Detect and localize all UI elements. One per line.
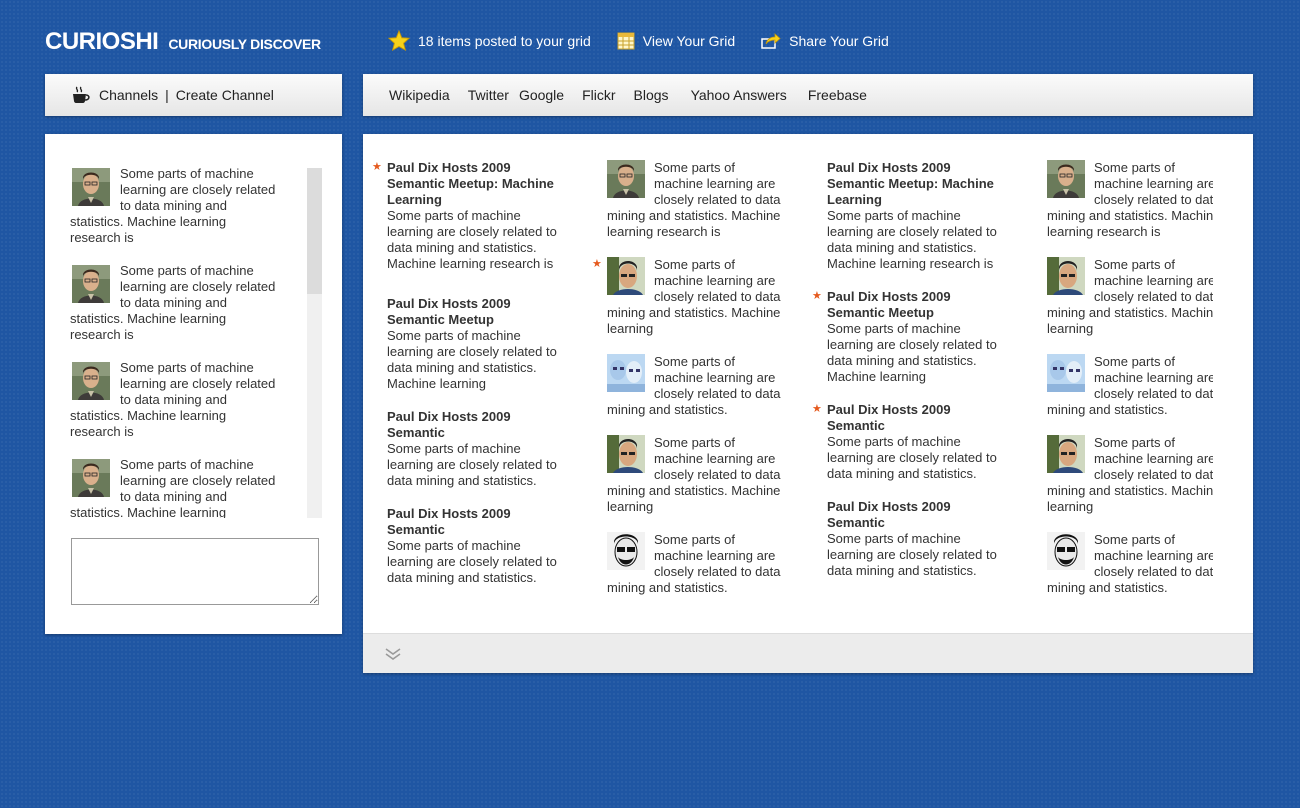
- avatar: [72, 459, 110, 497]
- share-grid-label: Share Your Grid: [789, 32, 889, 49]
- chat-scrollbar-thumb[interactable]: [307, 168, 322, 294]
- star-icon: ★: [812, 290, 822, 302]
- avatar: [607, 257, 645, 295]
- grid-entry[interactable]: Some parts of machine learning are close…: [1047, 160, 1213, 240]
- chat-item[interactable]: Some parts of machine learning are close…: [70, 457, 280, 518]
- logo-tagline: CURIOUSLY DISCOVER: [168, 36, 321, 52]
- chat-list[interactable]: Some parts of machine learning are close…: [70, 166, 280, 518]
- logo[interactable]: CURIOSHI CURIOUSLY DISCOVER: [45, 28, 321, 56]
- grid-entry[interactable]: Some parts of machine learning are close…: [607, 435, 787, 515]
- grid-entry[interactable]: Paul Dix Hosts 2009 Semantic Meetup: Mac…: [827, 160, 1007, 272]
- tab-twitter[interactable]: Twitter: [468, 87, 509, 103]
- grid-entry[interactable]: Paul Dix Hosts 2009 Semantic Meetup Some…: [387, 296, 567, 392]
- grid-entry[interactable]: Some parts of machine learning are close…: [1047, 257, 1213, 337]
- grid-entry[interactable]: Some parts of machine learning are close…: [1047, 435, 1213, 515]
- grid-entry[interactable]: Paul Dix Hosts 2009 Semantic Some parts …: [387, 409, 567, 489]
- grid-entry[interactable]: ★ Some parts of machine learning are clo…: [592, 257, 787, 337]
- avatar: [607, 354, 645, 392]
- avatar: [72, 362, 110, 400]
- grid-footer: [363, 633, 1253, 673]
- entry-title[interactable]: Paul Dix Hosts 2009 Semantic Meetup: [827, 289, 1007, 321]
- chat-item[interactable]: Some parts of machine learning are close…: [70, 360, 280, 457]
- grid-entry[interactable]: Some parts of machine learning are close…: [607, 160, 787, 240]
- logo-wordmark: CURIOSHI: [45, 28, 159, 55]
- channels-bar: Channels | Create Channel: [45, 74, 342, 116]
- entry-text: Some parts of machine learning are close…: [827, 321, 997, 384]
- channels-separator: |: [165, 87, 169, 103]
- avatar: [607, 532, 645, 570]
- channels-link[interactable]: Channels: [99, 87, 158, 103]
- avatar: [607, 160, 645, 198]
- entry-text: Some parts of machine learning are close…: [827, 531, 997, 578]
- share-grid-link[interactable]: Share Your Grid: [761, 33, 889, 49]
- star-icon: ★: [592, 258, 602, 270]
- grid-viewport: ★ Paul Dix Hosts 2009 Semantic Meetup: M…: [363, 134, 1213, 633]
- entry-title[interactable]: Paul Dix Hosts 2009 Semantic: [387, 409, 567, 441]
- entry-title[interactable]: Paul Dix Hosts 2009 Semantic: [827, 499, 1007, 531]
- grid-column: ★ Paul Dix Hosts 2009 Semantic Meetup: M…: [372, 160, 567, 586]
- avatar: [72, 265, 110, 303]
- entry-title[interactable]: Paul Dix Hosts 2009 Semantic: [387, 506, 567, 538]
- tab-freebase[interactable]: Freebase: [808, 87, 867, 103]
- double-chevron-down-icon[interactable]: [384, 646, 402, 662]
- grid-column: Some parts of machine learning are close…: [1047, 160, 1213, 596]
- entry-text: Some parts of machine learning are close…: [387, 208, 557, 271]
- avatar: [1047, 257, 1085, 295]
- source-tabs: Wikipedia Twitter Google Flickr Blogs Ya…: [363, 74, 1253, 116]
- chat-item[interactable]: Some parts of machine learning are close…: [70, 263, 280, 360]
- grid-column: Some parts of machine learning are close…: [592, 160, 787, 596]
- posted-items-label: 18 items posted to your grid: [418, 32, 591, 49]
- grid-entry[interactable]: Paul Dix Hosts 2009 Semantic Some parts …: [827, 499, 1007, 579]
- top-nav: 18 items posted to your grid View Your G…: [388, 30, 915, 51]
- grid-column: Paul Dix Hosts 2009 Semantic Meetup: Mac…: [812, 160, 1007, 579]
- entry-title[interactable]: Paul Dix Hosts 2009 Semantic Meetup: Mac…: [387, 160, 567, 208]
- chat-message-input[interactable]: [71, 538, 319, 605]
- grid-entry[interactable]: Some parts of machine learning are close…: [1047, 354, 1213, 418]
- tab-google[interactable]: Google: [519, 87, 564, 103]
- view-grid-label: View Your Grid: [642, 32, 736, 49]
- avatar: [72, 168, 110, 206]
- grid-entry[interactable]: ★ Paul Dix Hosts 2009 Semantic Meetup: M…: [372, 160, 567, 272]
- coffee-cup-icon: [73, 86, 90, 103]
- grid-entry[interactable]: Some parts of machine learning are close…: [607, 354, 787, 418]
- entry-title[interactable]: Paul Dix Hosts 2009 Semantic Meetup: [387, 296, 567, 328]
- entry-title[interactable]: Paul Dix Hosts 2009 Semantic: [827, 402, 1007, 434]
- star-icon: ★: [372, 161, 382, 173]
- entry-text: Some parts of machine learning are close…: [387, 441, 557, 488]
- share-arrow-icon: [761, 32, 781, 49]
- entry-text: Some parts of machine learning are close…: [827, 208, 997, 271]
- avatar: [1047, 532, 1085, 570]
- grid-entry[interactable]: ★ Paul Dix Hosts 2009 Semantic Meetup So…: [812, 289, 1007, 385]
- grid-entry[interactable]: ★ Paul Dix Hosts 2009 Semantic Some part…: [812, 402, 1007, 482]
- star-icon: [388, 30, 410, 51]
- tab-wikipedia[interactable]: Wikipedia: [389, 87, 450, 103]
- tab-flickr[interactable]: Flickr: [582, 87, 615, 103]
- chat-item[interactable]: Some parts of machine learning are close…: [70, 166, 280, 263]
- avatar: [1047, 435, 1085, 473]
- chat-panel: Some parts of machine learning are close…: [45, 134, 342, 634]
- create-channel-link[interactable]: Create Channel: [176, 87, 274, 103]
- entry-text: Some parts of machine learning are close…: [387, 328, 557, 391]
- avatar: [1047, 160, 1085, 198]
- entry-text: Some parts of machine learning are close…: [387, 538, 557, 585]
- posted-items-link[interactable]: 18 items posted to your grid: [388, 30, 591, 51]
- content-grid: ★ Paul Dix Hosts 2009 Semantic Meetup: M…: [363, 134, 1253, 673]
- avatar: [1047, 354, 1085, 392]
- star-icon: ★: [812, 403, 822, 415]
- grid-entry[interactable]: Some parts of machine learning are close…: [607, 532, 787, 596]
- view-grid-link[interactable]: View Your Grid: [617, 32, 735, 50]
- entry-text: Some parts of machine learning are close…: [827, 434, 997, 481]
- grid-entry[interactable]: Paul Dix Hosts 2009 Semantic Some parts …: [387, 506, 567, 586]
- tab-yahoo-answers[interactable]: Yahoo Answers: [691, 87, 787, 103]
- tab-blogs[interactable]: Blogs: [634, 87, 669, 103]
- entry-title[interactable]: Paul Dix Hosts 2009 Semantic Meetup: Mac…: [827, 160, 1007, 208]
- grid-icon: [617, 32, 635, 49]
- avatar: [607, 435, 645, 473]
- grid-entry[interactable]: Some parts of machine learning are close…: [1047, 532, 1213, 596]
